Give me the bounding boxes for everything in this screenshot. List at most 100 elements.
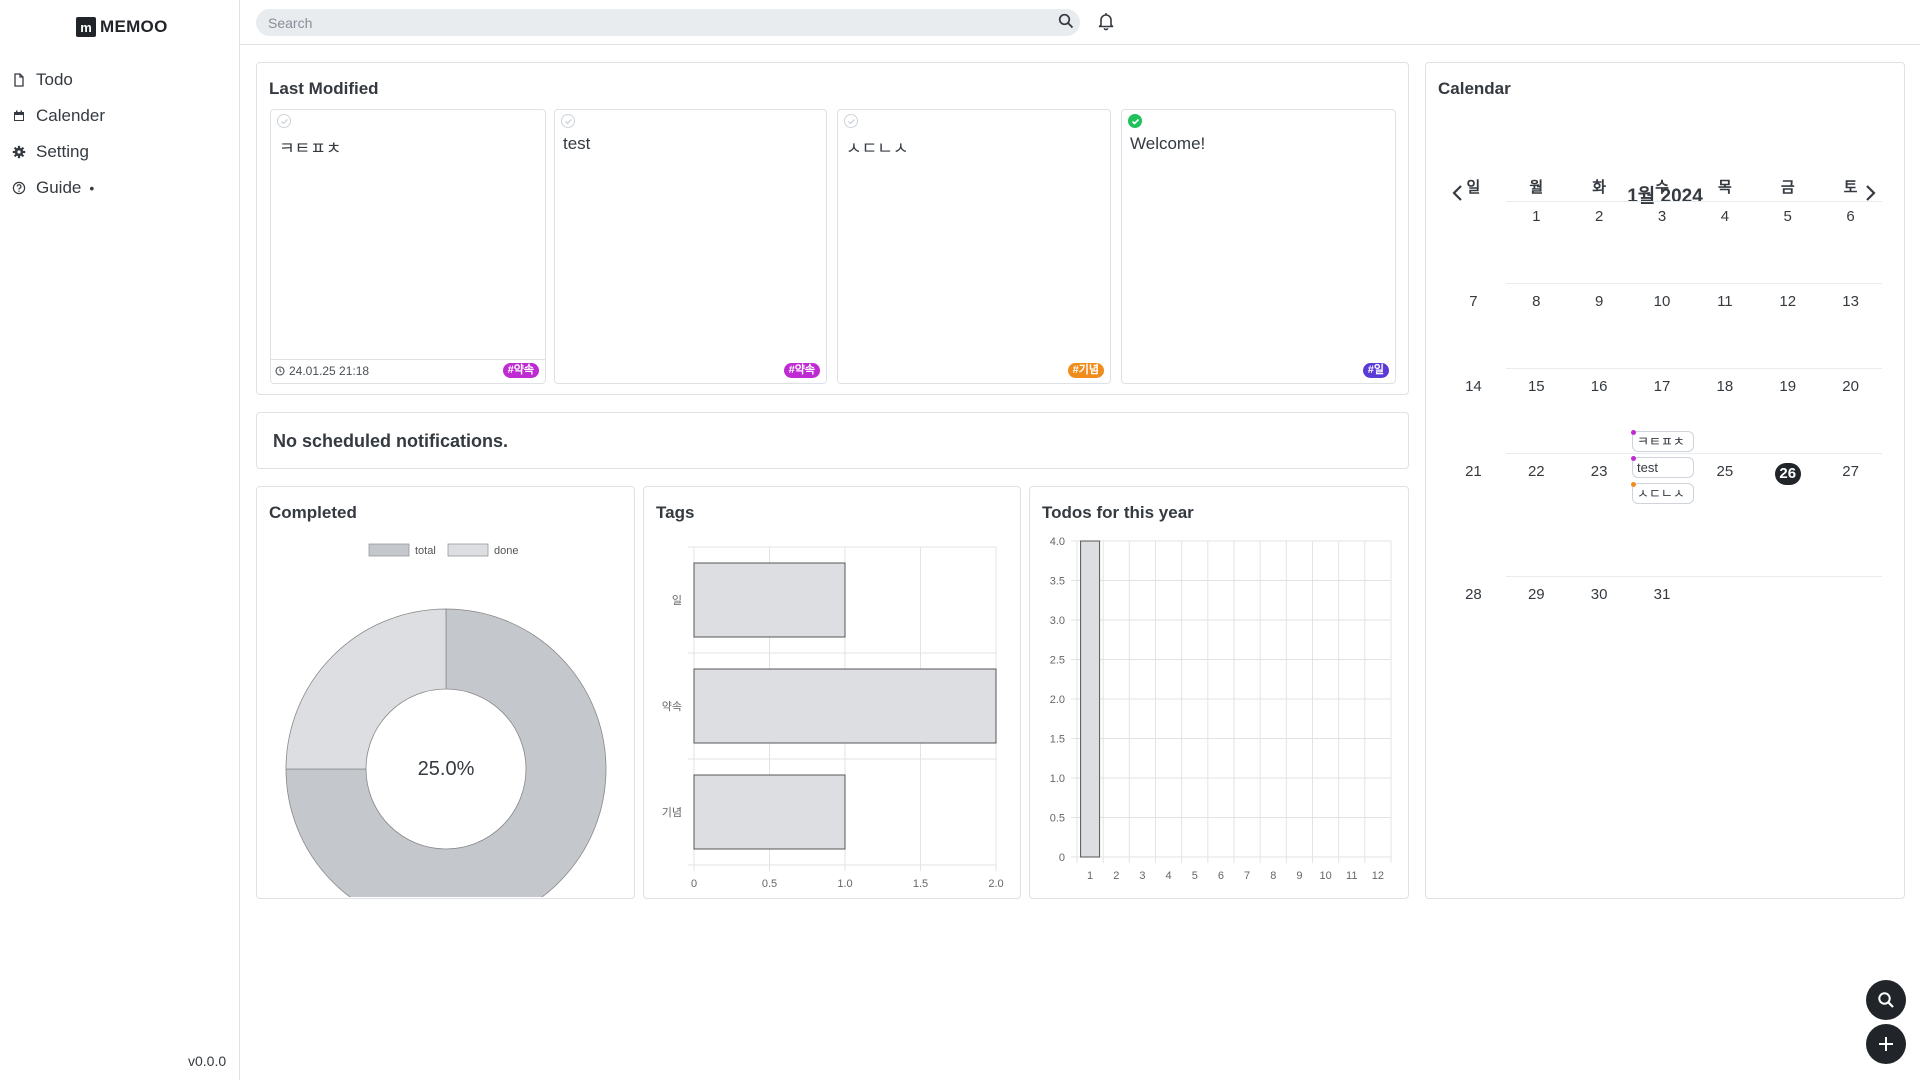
- calendar-day-25[interactable]: 25: [1693, 463, 1756, 485]
- sidebar-item-label: Setting: [36, 142, 89, 161]
- y-tick-label: 2.5: [1050, 655, 1065, 667]
- tag-badge[interactable]: #약속: [502, 363, 539, 378]
- calendar-event[interactable]: ㅅㄷㄴㅅ: [1631, 482, 1694, 504]
- bar-기념: [693, 774, 846, 850]
- card-title: Completed: [269, 503, 357, 522]
- calendar-day-15[interactable]: 15: [1505, 378, 1568, 395]
- legend-swatch-total: [368, 543, 410, 557]
- memo-title: ㅅㄷㄴㅅ: [846, 139, 909, 158]
- x-tick-label: 9: [1296, 870, 1302, 882]
- calendar-day-11[interactable]: 11: [1693, 293, 1756, 310]
- memo-card[interactable]: test #약속: [554, 109, 827, 384]
- event-title: test: [1637, 460, 1658, 475]
- calendar-day-1[interactable]: 1: [1505, 208, 1568, 225]
- memo-card[interactable]: ㅅㄷㄴㅅ #기념: [837, 109, 1111, 384]
- bar-약속: [693, 668, 997, 744]
- bar-month-1: [1080, 540, 1101, 858]
- calendar-day-23[interactable]: 23: [1568, 463, 1631, 485]
- help-circle-icon: [12, 181, 26, 195]
- x-tick-label: 0: [691, 878, 697, 890]
- weekday-label: 수: [1655, 179, 1669, 196]
- search-input[interactable]: [256, 9, 1080, 36]
- calendar-day-28[interactable]: 28: [1442, 586, 1505, 603]
- checkbox[interactable]: [277, 114, 291, 128]
- calendar-day-8[interactable]: 8: [1505, 293, 1568, 310]
- calendar-day-5[interactable]: 5: [1756, 208, 1819, 225]
- y-tick-label: 1.0: [1050, 773, 1065, 785]
- sidebar-item-setting[interactable]: Setting: [12, 134, 105, 170]
- add-fab-button[interactable]: [1866, 1024, 1906, 1064]
- calendar-day-6[interactable]: 6: [1819, 208, 1882, 225]
- weekday-header: 일월화수목금토: [1442, 176, 1882, 197]
- calendar-day-17[interactable]: 17: [1631, 378, 1694, 395]
- app-logo[interactable]: m MEMOO: [76, 17, 168, 37]
- calendar-day-29[interactable]: 29: [1505, 586, 1568, 603]
- completed-donut-chart: total done 25.0%: [285, 543, 607, 897]
- weekday-label: 화: [1592, 179, 1607, 196]
- gear-icon: [12, 145, 26, 159]
- calendar-day-18[interactable]: 18: [1693, 378, 1756, 395]
- calendar-day-4[interactable]: 4: [1693, 208, 1756, 225]
- plus-icon: [1879, 1037, 1893, 1051]
- legend: total done: [368, 543, 518, 557]
- card-title: Calendar: [1438, 79, 1511, 98]
- sidebar-item-calender[interactable]: Calender: [12, 98, 105, 134]
- calendar-day-19[interactable]: 19: [1756, 378, 1819, 395]
- tag-badge[interactable]: #약속: [783, 363, 820, 378]
- calendar-day-12[interactable]: 12: [1756, 293, 1819, 310]
- last-modified-card: Last Modified ㅋㅌㅍㅊ 24.01.25 21:18 #약속 te…: [256, 62, 1409, 395]
- x-tick-label: 3: [1139, 870, 1145, 882]
- sidebar-item-label: Todo: [36, 70, 73, 89]
- calendar-day-3[interactable]: 3: [1631, 208, 1694, 225]
- today-marker: 26: [1774, 463, 1801, 485]
- search-fab-button[interactable]: [1866, 980, 1906, 1020]
- memo-card[interactable]: ㅋㅌㅍㅊ 24.01.25 21:18 #약속: [270, 109, 546, 384]
- notifications-card: No scheduled notifications.: [256, 412, 1409, 469]
- bar-일: [693, 562, 846, 638]
- x-tick-label: 11: [1346, 870, 1357, 882]
- legend-label-total: total: [415, 545, 436, 557]
- calendar-day-30[interactable]: 30: [1568, 586, 1631, 603]
- calendar-day-22[interactable]: 22: [1505, 463, 1568, 485]
- sidebar-item-guide[interactable]: Guide •: [12, 170, 105, 206]
- memo-date-text: 24.01.25 21:18: [289, 364, 370, 378]
- calendar-day-13[interactable]: 13: [1819, 293, 1882, 310]
- weekday-label: 금: [1780, 179, 1795, 196]
- calendar-day-21[interactable]: 21: [1442, 463, 1505, 485]
- sidebar-item-label: Calender: [36, 106, 105, 125]
- checkbox-checked[interactable]: [1128, 114, 1142, 128]
- todos-year-card: Todos for this year 0 0.5 1.0 1.5 2.0 2.5 3.0 3…: [1029, 486, 1409, 899]
- calendar-event[interactable]: test: [1631, 456, 1694, 478]
- card-title: Tags: [656, 503, 695, 522]
- app-name: MEMOO: [100, 17, 168, 36]
- todos-year-bar-chart: 00.51.01.52.02.53.03.54.01 2 3 4 5 6 7 8 9 10 11 12: [1050, 537, 1392, 882]
- tag-badge[interactable]: #기념: [1067, 363, 1104, 378]
- calendar-event[interactable]: ㅋㅌㅍㅊ: [1631, 430, 1694, 452]
- sidebar-item-todo[interactable]: Todo: [12, 62, 105, 98]
- memo-title: ㅋㅌㅍㅊ: [279, 139, 342, 158]
- calendar-day-26[interactable]: 26: [1756, 463, 1819, 485]
- checkbox[interactable]: [844, 114, 858, 128]
- calendar-day-14[interactable]: 14: [1442, 378, 1505, 395]
- calendar-day-10[interactable]: 10: [1631, 293, 1694, 310]
- calendar-day-16[interactable]: 16: [1568, 378, 1631, 395]
- bell-icon[interactable]: [1096, 11, 1116, 31]
- tag-badge[interactable]: #일: [1362, 363, 1389, 378]
- calendar-day-2[interactable]: 2: [1568, 208, 1631, 225]
- calendar-day-27[interactable]: 27: [1819, 463, 1882, 485]
- week-divider: [1506, 576, 1882, 577]
- weekday-label: 목: [1717, 179, 1732, 196]
- y-tick-label: 약속: [662, 699, 682, 713]
- check-icon: [1131, 118, 1139, 125]
- y-tick-label: 일: [672, 593, 682, 607]
- week-divider: [1506, 201, 1882, 202]
- calendar-day-20[interactable]: 20: [1819, 378, 1882, 395]
- memo-card[interactable]: Welcome! #일: [1121, 109, 1396, 384]
- x-tick-label: 2: [1113, 870, 1119, 882]
- search-icon[interactable]: [1058, 13, 1074, 29]
- calendar-day-9[interactable]: 9: [1568, 293, 1631, 310]
- checkbox[interactable]: [561, 114, 575, 128]
- check-icon: [564, 118, 572, 124]
- calendar-day-7[interactable]: 7: [1442, 293, 1505, 310]
- calendar-day-31[interactable]: 31: [1631, 586, 1694, 603]
